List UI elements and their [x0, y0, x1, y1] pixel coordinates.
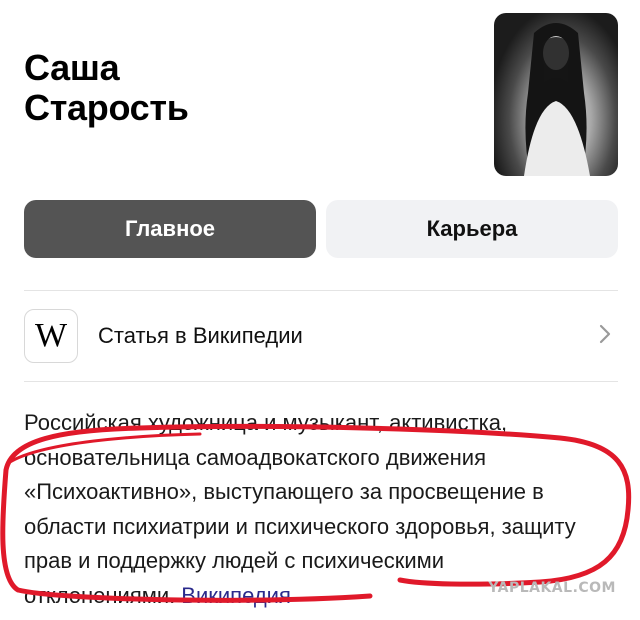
page-title: Саша Старость [24, 48, 189, 128]
watermark: YAPLAKAL.COM [488, 580, 616, 596]
title-line-1: Саша [24, 47, 120, 88]
wikipedia-logo-icon: W [24, 309, 78, 363]
divider [24, 381, 618, 382]
title-line-2: Старость [24, 87, 189, 128]
profile-photo[interactable] [494, 13, 618, 176]
tab-main[interactable]: Главное [24, 200, 316, 258]
tab-career[interactable]: Карьера [326, 200, 618, 258]
tab-bar: Главное Карьера [24, 200, 618, 258]
description-text: Российская художница и музыкант, активис… [24, 410, 576, 608]
wikipedia-source-link[interactable]: Википедия [181, 583, 291, 608]
wikipedia-article-link[interactable]: W Статья в Википедии [24, 291, 618, 381]
wikipedia-article-label: Статья в Википедии [98, 323, 303, 348]
chevron-right-icon [599, 324, 611, 344]
